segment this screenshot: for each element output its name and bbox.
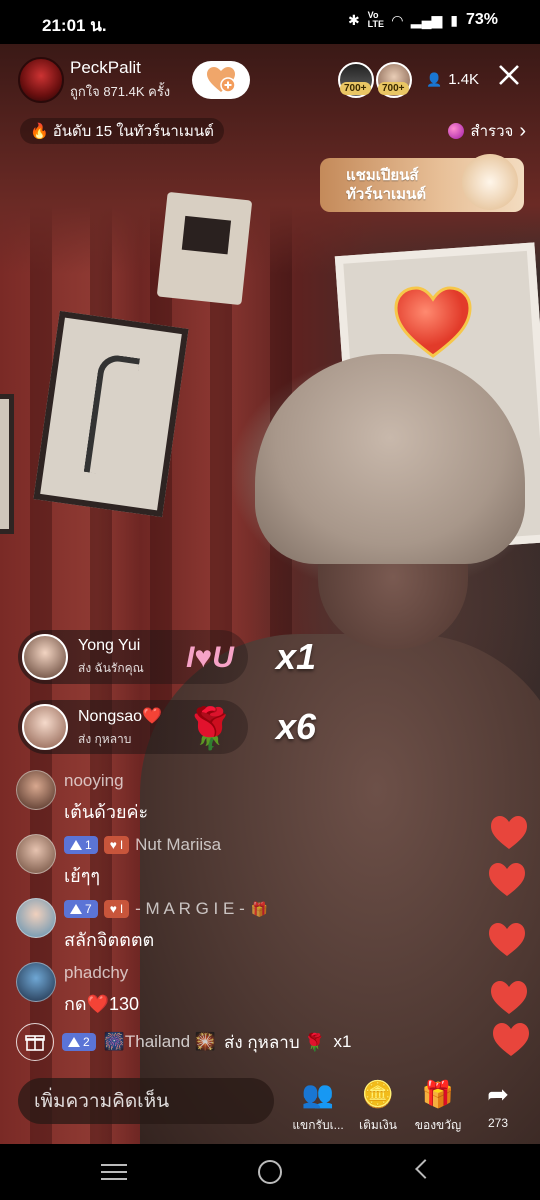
- comment-text: กด❤️130: [64, 994, 140, 1014]
- gift-banner-2: Nongsao❤️ ส่ง กุหลาบ 🌹 x6: [18, 698, 316, 756]
- top-viewer-badge-1: 700+: [340, 82, 371, 95]
- follow-button[interactable]: [192, 61, 250, 99]
- bluetooth-icon: ✱: [347, 11, 360, 28]
- avatar[interactable]: [16, 770, 56, 810]
- floating-heart-icon: [489, 923, 525, 956]
- status-bar: 21:01 น. ✱ Vo LTE ◠ ▂▄▆ ▮ 73%: [0, 0, 540, 44]
- gift-count: x6: [276, 706, 317, 747]
- tournament-rank[interactable]: 🔥 อันดับ 15 ในทัวร์นาเมนต์: [20, 118, 224, 144]
- gift-icon: 🎁: [421, 1079, 455, 1109]
- avatar[interactable]: [16, 834, 56, 874]
- champ-line-1: แชมเปียนส์: [346, 167, 419, 184]
- gift-sender-name: Yong Yui: [78, 636, 141, 654]
- comment-item[interactable]: nooying เต้นด้วยค่ะ: [16, 770, 148, 826]
- avatar[interactable]: [22, 634, 68, 680]
- trophy-emblem-icon: [462, 154, 518, 210]
- host-avatar[interactable]: [18, 57, 64, 103]
- gift-box-icon: [25, 1035, 45, 1051]
- avatar[interactable]: [16, 962, 56, 1002]
- volte-icon: Vo LTE: [367, 10, 385, 29]
- system-message-user[interactable]: 🎆Thailand 🎇: [104, 1032, 216, 1052]
- status-time: 21:01 น.: [42, 16, 107, 35]
- tournament-rank-text: อันดับ 15 ในทัวร์นาเมนต์: [52, 123, 214, 140]
- i-love-you-icon: I♥U: [186, 641, 234, 674]
- host-likes: ถูกใจ 871.4K ครั้ง: [70, 84, 171, 99]
- floating-heart-icon: [493, 1023, 529, 1056]
- user-level-badge: 7: [64, 900, 98, 918]
- heart-icon: ♥: [109, 838, 117, 852]
- share-button[interactable]: ➦ 273: [466, 1074, 530, 1130]
- gift-label: ของขวัญ: [414, 1118, 462, 1132]
- big-heart-icon: [394, 286, 472, 358]
- gift-banner-1: Yong Yui ส่ง ฉันรักคุณ I♥U x1: [18, 628, 316, 686]
- comment-item[interactable]: phadchy กด❤️130: [16, 962, 139, 1018]
- gift-button[interactable]: 🎁 ของขวัญ: [406, 1074, 470, 1135]
- gift-count: x1: [276, 636, 317, 677]
- recent-apps-icon[interactable]: [101, 1164, 127, 1180]
- rose-icon: 🌹: [185, 706, 235, 751]
- system-message-action: ส่ง กุหลาบ 🌹: [223, 1032, 326, 1052]
- topup-label: เติมเงิน: [359, 1118, 397, 1132]
- heart-icon: ♥: [109, 902, 117, 916]
- close-icon: [499, 65, 519, 85]
- signal-icon: ▂▄▆: [410, 11, 443, 28]
- gift-action-text: ส่ง กุหลาบ: [78, 731, 132, 746]
- gift-action-text: ส่ง ฉันรักคุณ: [78, 660, 144, 675]
- battery-percent: 73%: [465, 11, 498, 28]
- user-level-badge: 2: [62, 1033, 96, 1051]
- guests-label: แขกรับเ...: [292, 1118, 344, 1132]
- viewer-count-value: 1.4K: [448, 71, 480, 88]
- guests-button[interactable]: 👥 แขกรับเ...: [286, 1074, 350, 1135]
- fan-club-badge: ♥ I: [103, 836, 130, 854]
- floating-heart-icon: [491, 816, 527, 849]
- user-level-badge: 1: [64, 836, 98, 854]
- back-icon[interactable]: [415, 1159, 435, 1179]
- comment-username[interactable]: Nut Mariisa: [135, 835, 221, 855]
- explore-orb-icon: [448, 123, 465, 139]
- coin-icon: 🪙: [361, 1079, 395, 1109]
- wifi-icon: ◠: [392, 11, 403, 28]
- comment-text: เต้นด้วยค่ะ: [64, 802, 149, 822]
- comment-item[interactable]: 7 ♥ I - M A R G I E - 🎁 สลักจิตตตต: [16, 898, 268, 954]
- fan-club-badge: ♥ I: [103, 900, 130, 918]
- close-button[interactable]: [498, 62, 520, 92]
- explore-label: สำรวจ: [470, 123, 514, 140]
- comment-username[interactable]: phadchy: [64, 963, 128, 983]
- gift-badge-icon: 🎁: [250, 900, 269, 917]
- heart-plus-icon: [207, 67, 236, 93]
- top-viewer-badge-2: 700+: [378, 82, 409, 95]
- share-icon: ➦: [487, 1079, 509, 1109]
- comment-text: เย้ๆๆ: [64, 866, 101, 886]
- gift-box-button[interactable]: [16, 1023, 54, 1061]
- fire-icon: 🔥: [30, 123, 49, 140]
- champ-line-2: ทัวร์นาเมนต์: [346, 186, 427, 203]
- home-icon[interactable]: [258, 1160, 282, 1184]
- avatar[interactable]: [22, 704, 68, 750]
- host-profile[interactable]: PeckPalit ถูกใจ 871.4K ครั้ง: [18, 56, 170, 104]
- floating-heart-icon: [491, 981, 527, 1014]
- floating-heart-icon: [489, 863, 525, 896]
- gift-sender-name: Nongsao❤️: [78, 707, 162, 725]
- comment-text: สลักจิตตตต: [64, 930, 155, 950]
- chevron-right-icon: ›: [519, 119, 526, 142]
- comment-username[interactable]: - M A R G I E -: [135, 899, 245, 919]
- share-count: 273: [487, 1116, 509, 1130]
- system-message-count: x1: [333, 1032, 352, 1051]
- avatar[interactable]: [16, 898, 56, 938]
- person-icon: 👤: [426, 71, 443, 87]
- system-nav-bar: [0, 1144, 540, 1200]
- champions-tournament-banner[interactable]: แชมเปียนส์ ทัวร์นาเมนต์: [320, 154, 524, 212]
- host-name: PeckPalit: [70, 58, 141, 77]
- topup-button[interactable]: 🪙 เติมเงิน: [346, 1074, 410, 1135]
- battery-icon: ▮: [450, 11, 458, 28]
- comment-item[interactable]: 1 ♥ I Nut Mariisa เย้ๆๆ: [16, 834, 221, 890]
- explore-button[interactable]: สำรวจ ›: [448, 118, 526, 144]
- comment-username[interactable]: nooying: [64, 771, 124, 791]
- guests-icon: 👥: [301, 1079, 335, 1109]
- comment-input[interactable]: เพิ่มความคิดเห็น: [18, 1078, 274, 1124]
- system-gift-message: 2 🎆Thailand 🎇 ส่ง กุหลาบ 🌹 x1: [16, 1022, 351, 1062]
- viewer-count[interactable]: 👤 1.4K: [426, 71, 479, 88]
